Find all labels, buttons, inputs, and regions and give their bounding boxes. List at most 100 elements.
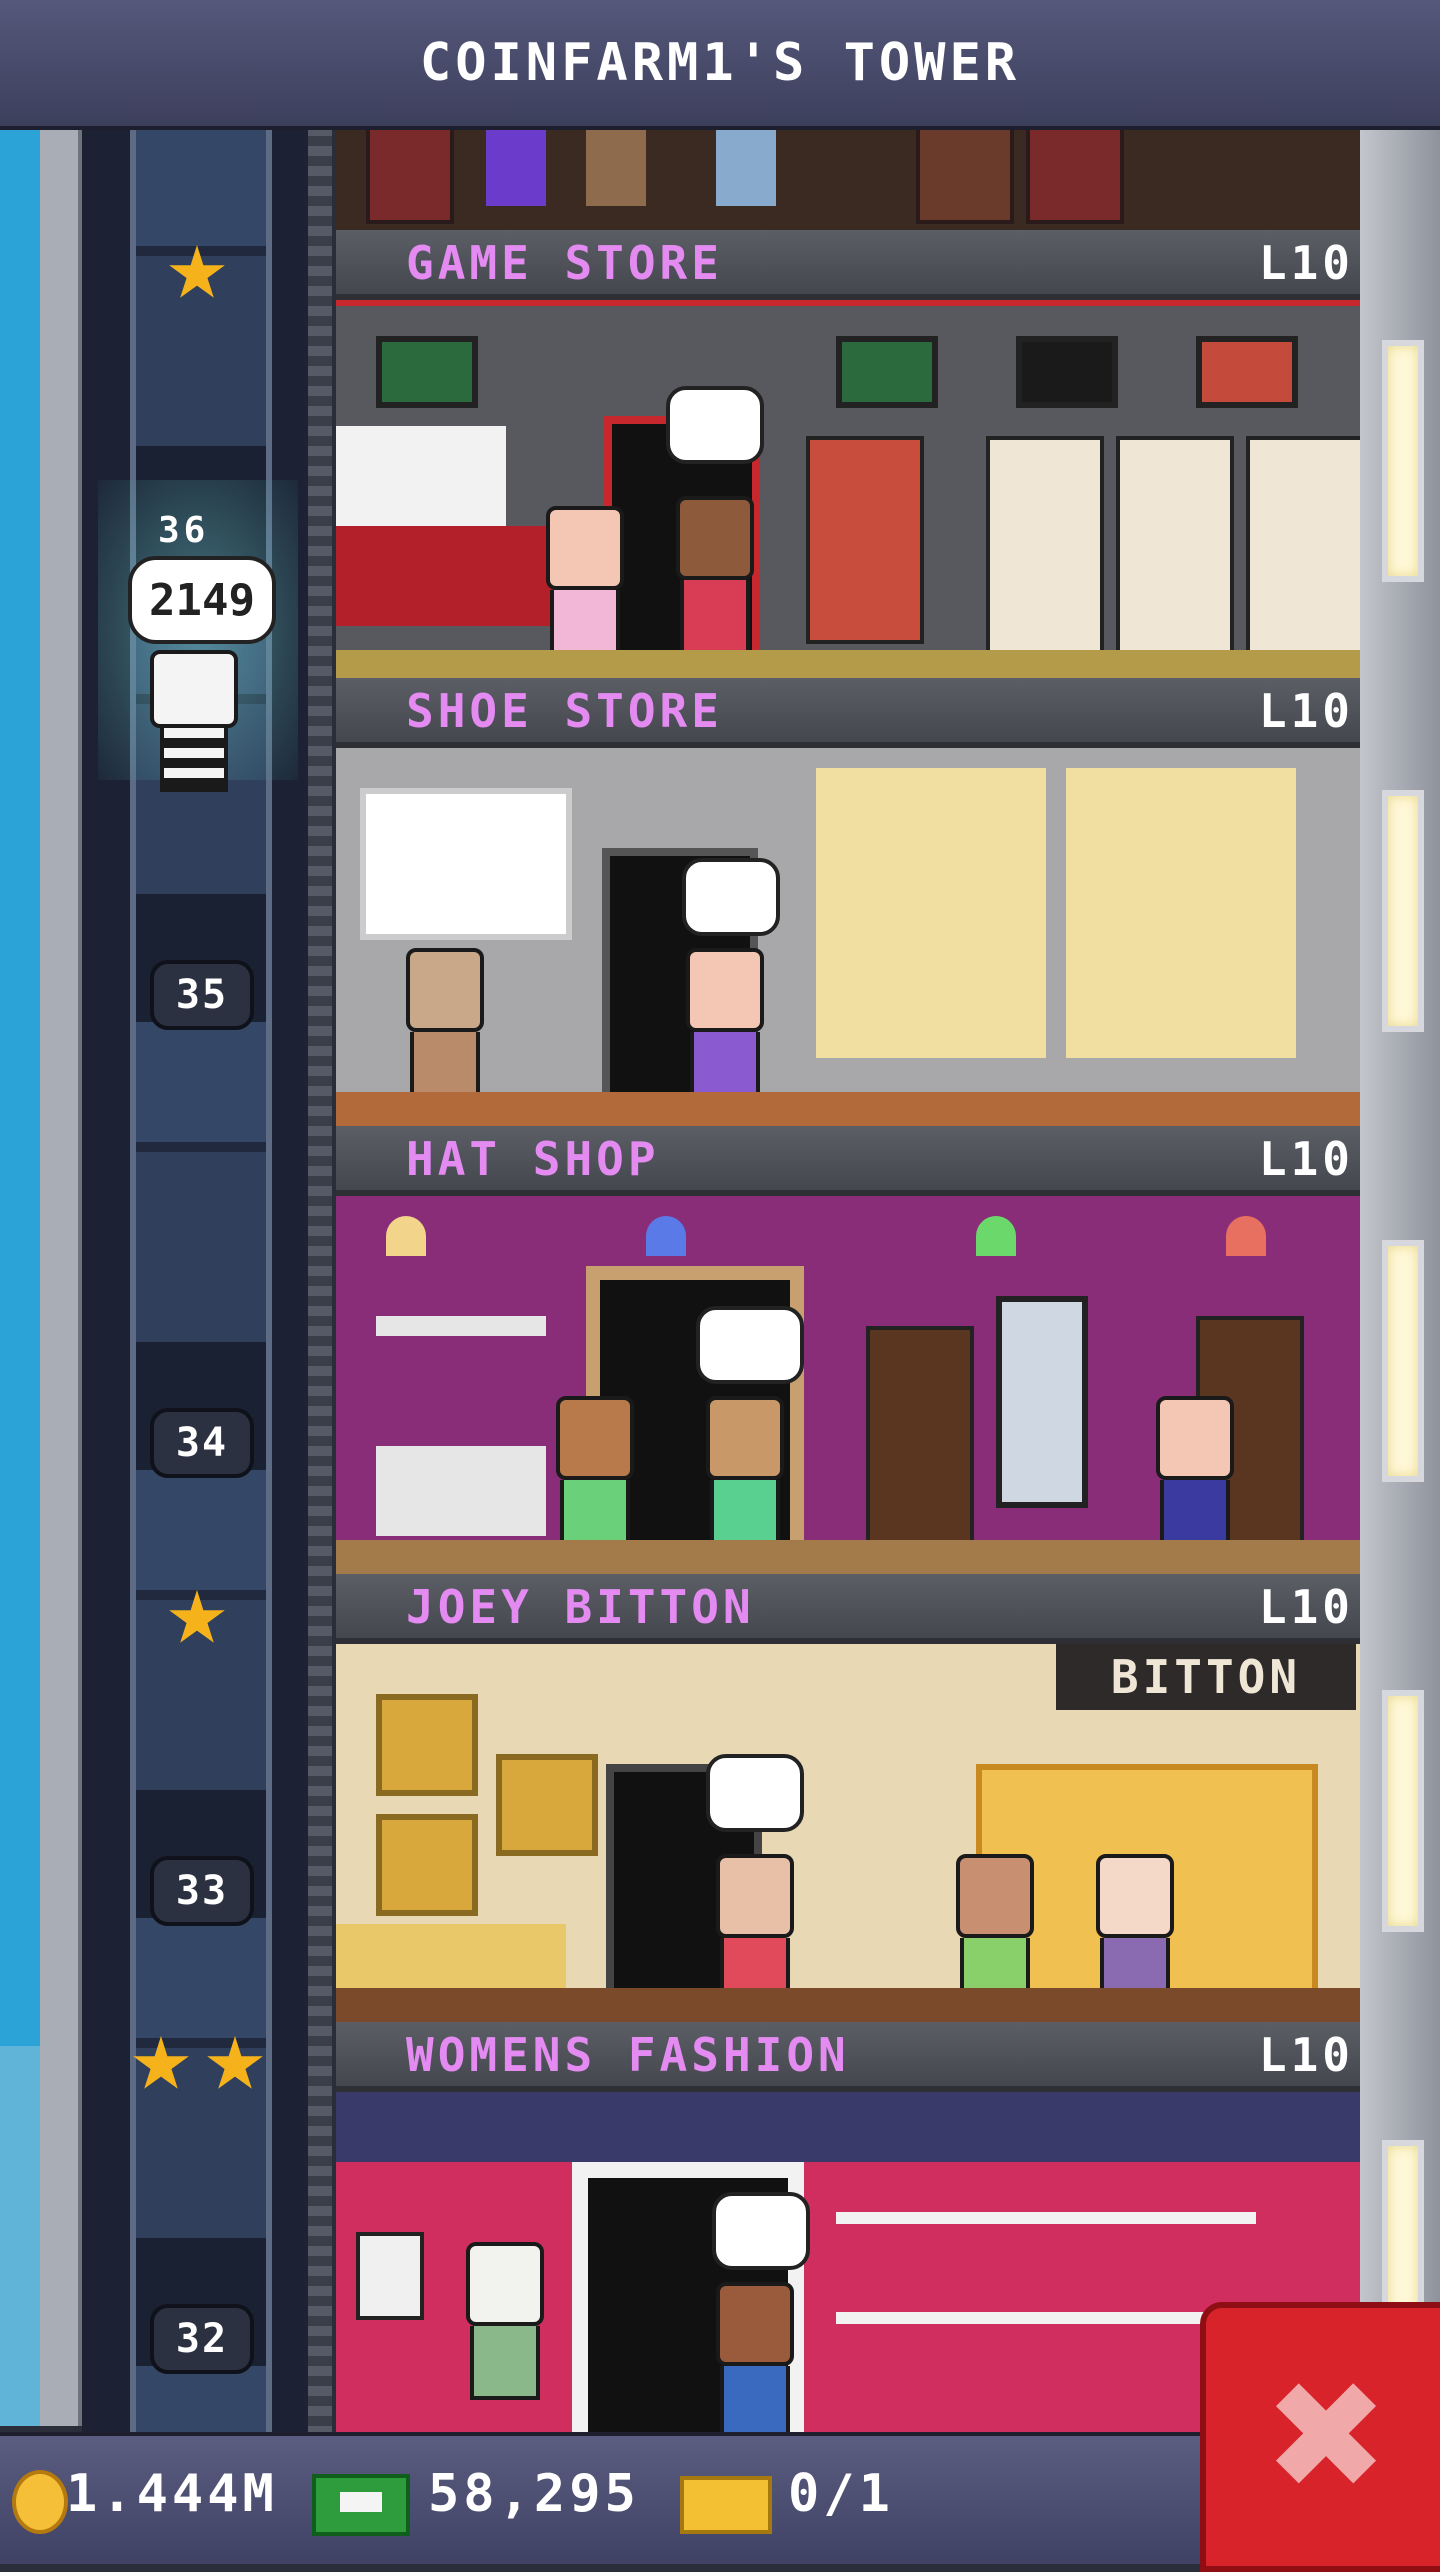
bitizen[interactable] (686, 948, 764, 1106)
floor-game-store[interactable]: GAME STORE L10 (336, 230, 1360, 684)
floor-name: SHOE STORE (406, 684, 723, 738)
bag-frame (376, 1694, 478, 1796)
floor-number: 34 (150, 1408, 254, 1478)
bitizen[interactable] (706, 1396, 784, 1554)
wall-screen (836, 336, 938, 408)
window (1382, 1240, 1424, 1482)
arcade-machine (806, 436, 924, 644)
shoe-wall-shelf (1066, 768, 1296, 1058)
floor-banner: SHOE STORE L10 (336, 678, 1360, 748)
speech-bubble[interactable] (682, 858, 780, 936)
floor-banner: GAME STORE L10 (336, 230, 1360, 300)
tower-header: COINFARM1'S TOWER (0, 0, 1440, 130)
elevator-rider[interactable] (150, 650, 238, 792)
bitton-sign: BITTON (1056, 1644, 1356, 1710)
hat-shelf (376, 1316, 546, 1336)
floor-37-partial[interactable] (336, 126, 1360, 238)
ceiling-lamp (1226, 1216, 1266, 1256)
window (1382, 340, 1424, 582)
bitizen[interactable] (1156, 1396, 1234, 1554)
wall-screen (1016, 336, 1118, 408)
game-shelf (1116, 436, 1234, 654)
game-shelf (986, 436, 1104, 654)
bitizen[interactable] (676, 496, 754, 654)
speech-bubble[interactable] (696, 1306, 804, 1384)
bux-cash-icon (312, 2474, 410, 2536)
ceiling-lamp (976, 1216, 1016, 1256)
clothing-rack (836, 2212, 1256, 2224)
bookshelf (916, 126, 1014, 224)
floor-banner: WOMENS FASHION L10 (336, 2022, 1360, 2092)
speech-bubble[interactable] (666, 386, 764, 464)
city-building (0, 2046, 40, 2426)
wall-sign (356, 2232, 424, 2320)
speech-bubble[interactable] (712, 2192, 810, 2270)
wall-screen (1196, 336, 1298, 408)
floor-level: L10 (1258, 1580, 1354, 1634)
bitizen[interactable] (716, 2282, 794, 2432)
bitizen[interactable] (546, 506, 624, 664)
bitizen[interactable] (556, 1396, 634, 1554)
floor-level: L10 (1258, 684, 1354, 738)
tower-left-wall (40, 126, 82, 2426)
golden-ticket-icon (680, 2476, 772, 2534)
wall-screen (376, 336, 478, 408)
bitizen[interactable] (406, 948, 484, 1106)
floor-tiles (336, 1988, 1360, 2022)
floor-tiles (336, 1092, 1360, 1126)
floor-banner: HAT SHOP L10 (336, 1126, 1360, 1196)
floor-room[interactable] (336, 300, 1360, 684)
visitor-person[interactable] (586, 126, 646, 206)
shoe-wall-shelf (816, 768, 1046, 1058)
star-icon (206, 2036, 264, 2094)
floor-room[interactable] (336, 1196, 1360, 1574)
elevator-rail (308, 126, 332, 2436)
bookshelf (366, 126, 454, 224)
elevator-floor-number: 36 (158, 510, 210, 551)
window (1382, 1690, 1424, 1932)
floor-name: WOMENS FASHION (406, 2028, 850, 2082)
store-counter (336, 526, 556, 626)
shoe-poster (360, 788, 572, 940)
bookshelf (1026, 126, 1124, 224)
close-icon: ✖ (1263, 2350, 1389, 2524)
ceiling-lamp (386, 1216, 426, 1256)
floor-name: HAT SHOP (406, 1132, 660, 1186)
display-table (376, 1446, 546, 1536)
clothing-rack (836, 2312, 1256, 2324)
floor-number: 32 (150, 2304, 254, 2374)
coin-icon (12, 2470, 68, 2534)
floor-room[interactable] (336, 748, 1360, 1126)
speech-bubble[interactable] (706, 1754, 804, 1832)
display-counter (336, 1924, 566, 1994)
floor-level: L10 (1258, 1132, 1354, 1186)
floor-name: GAME STORE (406, 236, 723, 290)
star-icon (132, 2036, 190, 2094)
floor-number: 35 (150, 960, 254, 1030)
floor-level: L10 (1258, 236, 1354, 290)
tower-title: COINFARM1'S TOWER (419, 33, 1021, 93)
floor-name: JOEY BITTON (406, 1580, 755, 1634)
floor-tiles (336, 1540, 1360, 1574)
floor-level: L10 (1258, 2028, 1354, 2082)
floor-shoe-store[interactable]: SHOE STORE L10 (336, 678, 1360, 1126)
floor-room[interactable]: BITTON (336, 1644, 1360, 2022)
bag-frame (496, 1754, 598, 1856)
bux-value: 58,295 (428, 2464, 640, 2524)
star-icon (168, 245, 226, 303)
star-icon (168, 1590, 226, 1648)
elevator-car[interactable]: 36 2149 (98, 480, 298, 792)
floor-hat-shop[interactable]: HAT SHOP L10 (336, 1126, 1360, 1574)
mirror (996, 1296, 1088, 1508)
tickets-value: 0/1 (788, 2464, 894, 2524)
visitor-person[interactable] (716, 126, 776, 206)
elevator-badge[interactable]: 2149 (128, 556, 276, 644)
visitor-person[interactable] (486, 126, 546, 206)
bag-frame (376, 1814, 478, 1916)
close-button[interactable]: ✖ (1200, 2302, 1440, 2572)
coins-value: 1.444M (66, 2464, 278, 2524)
floor-joey-bitton[interactable]: JOEY BITTON L10 BITTON (336, 1574, 1360, 2022)
bitizen[interactable] (466, 2242, 544, 2400)
hat-cabinet (866, 1326, 974, 1554)
window (1382, 790, 1424, 1032)
